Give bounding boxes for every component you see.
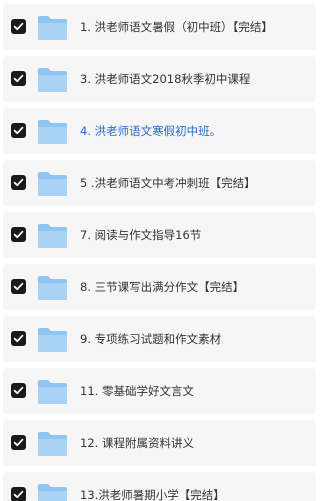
checkbox-checked-icon[interactable] [11,19,26,34]
checkbox-checked-icon[interactable] [11,383,26,398]
folder-name[interactable]: 3. 洪老师语文2018秋季初中课程 [80,71,312,87]
checkbox-checked-icon[interactable] [11,175,26,190]
folder-name[interactable]: 12. 课程附属资料讲义 [80,435,312,451]
folder-name[interactable]: 8. 三节课写出满分作文【完结】 [80,279,312,295]
folder-name[interactable]: 11. 零基础学好文言文 [80,383,312,399]
checkbox-checked-icon[interactable] [11,331,26,346]
list-item[interactable]: 4. 洪老师语文寒假初中班。 [3,108,316,154]
folder-name[interactable]: 4. 洪老师语文寒假初中班。 [80,123,312,139]
folder-icon [37,429,68,457]
folder-icon [37,13,68,41]
folder-icon [37,377,68,405]
folder-icon [37,325,68,353]
checkbox-checked-icon[interactable] [11,487,26,501]
folder-icon [37,65,68,93]
list-item[interactable]: 12. 课程附属资料讲义 [3,420,316,466]
list-item[interactable]: 9. 专项练习试题和作文素材 [3,316,316,362]
list-item[interactable]: 3. 洪老师语文2018秋季初中课程 [3,56,316,102]
checkbox-checked-icon[interactable] [11,71,26,86]
checkbox-checked-icon[interactable] [11,279,26,294]
folder-name[interactable]: 1. 洪老师语文暑假（初中班）【完结】 [80,19,312,35]
folder-icon [37,117,68,145]
folder-icon [37,221,68,249]
folder-name[interactable]: 9. 专项练习试题和作文素材 [80,331,312,347]
folder-icon [37,273,68,301]
folder-name[interactable]: 7. 阅读与作文指导16节 [80,227,312,243]
list-item[interactable]: 8. 三节课写出满分作文【完结】 [3,264,316,310]
list-item[interactable]: 11. 零基础学好文言文 [3,368,316,414]
folder-list: 1. 洪老师语文暑假（初中班）【完结】 3. 洪老师语文2018秋季初中课程 4… [0,0,319,501]
folder-name[interactable]: 5 .洪老师语文中考冲刺班【完结】 [80,175,312,191]
list-item[interactable]: 1. 洪老师语文暑假（初中班）【完结】 [3,4,316,50]
folder-icon [37,481,68,501]
folder-icon [37,169,68,197]
list-item[interactable]: 5 .洪老师语文中考冲刺班【完结】 [3,160,316,206]
list-item[interactable]: 7. 阅读与作文指导16节 [3,212,316,258]
checkbox-checked-icon[interactable] [11,227,26,242]
folder-name[interactable]: 13.洪老师暑期小学【完结】 [80,487,312,501]
checkbox-checked-icon[interactable] [11,123,26,138]
checkbox-checked-icon[interactable] [11,435,26,450]
list-item[interactable]: 13.洪老师暑期小学【完结】 [3,472,316,501]
